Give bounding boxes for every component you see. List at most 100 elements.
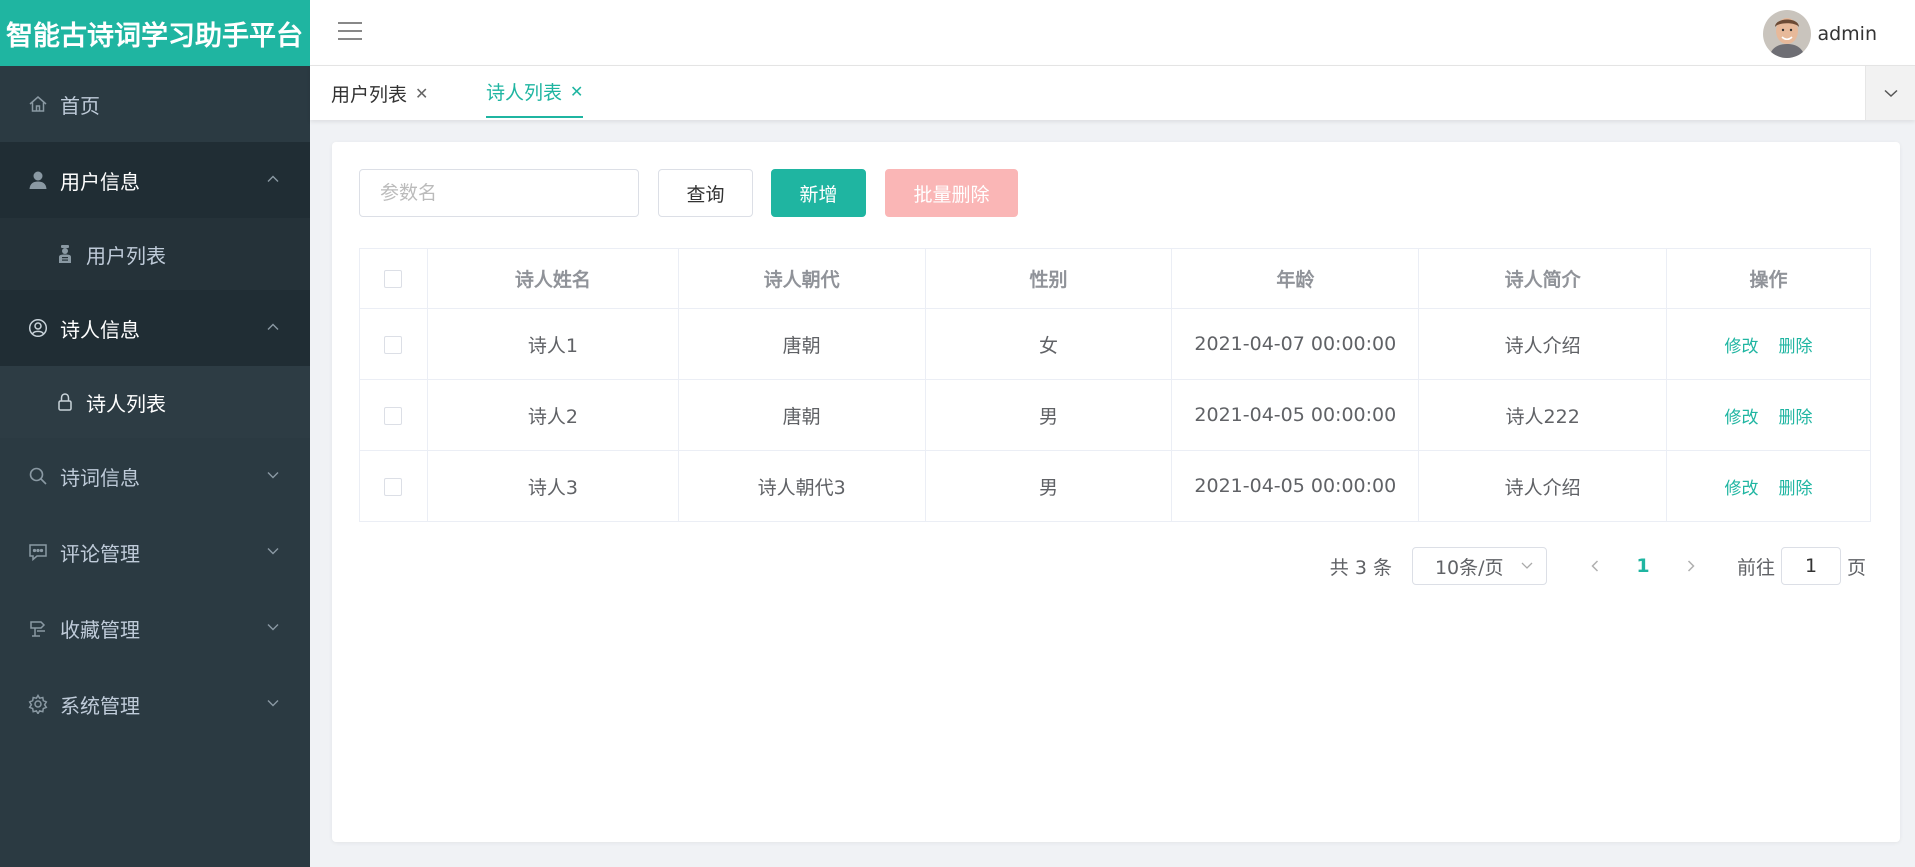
search-input[interactable]	[359, 169, 639, 217]
chevron-down-icon	[264, 694, 282, 712]
goto-page-input[interactable]	[1780, 547, 1841, 585]
sidebar-item-user-info[interactable]: 用户信息	[0, 142, 310, 218]
table-row: 诗人1 唐朝 女 2021-04-07 00:00:00 诗人介绍 修改 删除	[359, 308, 1871, 380]
delete-button[interactable]: 删除	[1779, 479, 1813, 499]
gender-cell: 男	[925, 379, 1173, 451]
table-header-row: 诗人姓名 诗人朝代 性别 年龄 诗人简介 操作	[359, 248, 1871, 309]
tabs-dropdown-button[interactable]	[1865, 66, 1915, 120]
page-size-value: 10条/页	[1434, 556, 1504, 579]
tab-label: 用户列表	[331, 83, 408, 106]
column-header: 诗人姓名	[427, 248, 679, 309]
chevron-up-icon	[264, 318, 282, 336]
edit-button[interactable]: 修改	[1725, 408, 1759, 428]
sidebar-item-label: 首页	[60, 93, 100, 118]
total-count: 共 3 条	[1329, 556, 1392, 579]
gear-icon	[26, 692, 50, 716]
query-button[interactable]: 查询	[658, 169, 753, 217]
age-cell: 2021-04-05 00:00:00	[1171, 450, 1420, 522]
sidebar-subitem-label: 诗人列表	[86, 391, 166, 416]
actions-cell: 修改 删除	[1666, 308, 1871, 380]
chevron-down-icon	[1521, 562, 1533, 569]
sidebar-item-user-list[interactable]: 用户列表	[0, 218, 310, 290]
gender-cell: 女	[925, 308, 1173, 380]
table-row: 诗人3 诗人朝代3 男 2021-04-05 00:00:00 诗人介绍 修改删…	[359, 450, 1871, 522]
home-icon	[26, 92, 50, 116]
chevron-up-icon	[264, 170, 282, 188]
add-button[interactable]: 新增	[771, 169, 866, 217]
search-icon	[26, 464, 50, 488]
batch-delete-button[interactable]: 批量删除	[885, 169, 1018, 217]
sidebar-item-comments[interactable]: 评论管理	[0, 514, 310, 590]
edit-button[interactable]: 修改	[1725, 337, 1759, 357]
chevron-down-icon	[264, 618, 282, 636]
age-cell: 2021-04-07 00:00:00	[1171, 308, 1420, 380]
intro-cell: 诗人介绍	[1418, 308, 1668, 380]
poet-name-cell: 诗人3	[427, 450, 679, 522]
page-size-select[interactable]: 10条/页	[1411, 547, 1547, 585]
main-content: 查询 新增 批量删除 诗人姓名 诗人朝代 性别 年龄 诗人简介 操作 诗人1 唐…	[332, 142, 1900, 842]
sidebar-item-poet-list[interactable]: 诗人列表	[0, 366, 310, 438]
goto-suffix: 页	[1846, 556, 1866, 579]
next-page-button[interactable]	[1671, 547, 1711, 585]
column-header: 操作	[1666, 248, 1871, 309]
sidebar-item-label: 诗词信息	[60, 465, 140, 490]
sidebar-item-poem-info[interactable]: 诗词信息	[0, 438, 310, 514]
chevron-down-icon	[264, 466, 282, 484]
poet-icon	[26, 316, 50, 340]
poet-name-cell: 诗人1	[427, 308, 679, 380]
sidebar-item-home[interactable]: 首页	[0, 66, 310, 142]
user-list-icon	[54, 243, 76, 265]
submenu-user-info: 用户列表	[0, 218, 310, 290]
user-icon	[26, 168, 50, 192]
favorite-icon	[26, 616, 50, 640]
poet-table: 诗人姓名 诗人朝代 性别 年龄 诗人简介 操作 诗人1 唐朝 女 2021-04…	[359, 248, 1871, 522]
chevron-left-icon	[1591, 560, 1598, 572]
user-menu[interactable]: admin	[1763, 10, 1877, 58]
row-checkbox[interactable]	[384, 335, 403, 354]
sidebar-item-label: 收藏管理	[60, 617, 140, 642]
pagination: 共 3 条 10条/页 1 前往 页	[1330, 546, 1866, 586]
poet-name-cell: 诗人2	[427, 379, 679, 451]
sidebar-item-system[interactable]: 系统管理	[0, 666, 310, 742]
poet-dynasty-cell: 诗人朝代3	[678, 450, 926, 522]
username: admin	[1817, 23, 1877, 45]
tab-user-list[interactable]: 用户列表 ✕	[331, 66, 428, 120]
avatar	[1763, 10, 1812, 58]
row-checkbox[interactable]	[384, 406, 403, 425]
close-icon[interactable]: ✕	[570, 82, 583, 101]
chevron-down-icon	[1883, 89, 1898, 98]
prev-page-button[interactable]	[1575, 547, 1615, 585]
gender-cell: 男	[925, 450, 1173, 522]
sidebar-item-poet-info[interactable]: 诗人信息	[0, 290, 310, 366]
tab-poet-list[interactable]: 诗人列表 ✕	[486, 66, 584, 118]
sidebar-item-favorites[interactable]: 收藏管理	[0, 590, 310, 666]
actions-cell: 修改 删除	[1666, 450, 1871, 522]
intro-cell: 诗人介绍	[1418, 450, 1668, 522]
delete-button[interactable]: 删除	[1779, 337, 1813, 357]
page-number-current[interactable]: 1	[1615, 555, 1671, 577]
select-all-checkbox[interactable]	[384, 270, 403, 288]
poet-dynasty-cell: 唐朝	[678, 308, 926, 380]
table-row: 诗人2 唐朝 男 2021-04-05 00:00:00 诗人222 修改 删除	[359, 379, 1871, 451]
row-checkbox[interactable]	[384, 477, 403, 496]
column-header: 性别	[925, 248, 1173, 309]
lock-icon	[54, 391, 76, 413]
sidebar-subitem-label: 用户列表	[86, 243, 166, 268]
app-title: 智能古诗词学习助手平台	[0, 0, 310, 66]
chevron-down-icon	[264, 542, 282, 560]
sidebar-item-label: 诗人信息	[60, 317, 140, 342]
tab-label: 诗人列表	[486, 81, 563, 104]
goto-prefix: 前往	[1736, 556, 1775, 579]
delete-button[interactable]: 删除	[1779, 408, 1813, 428]
menu-toggle-icon[interactable]	[338, 22, 362, 42]
close-icon[interactable]: ✕	[415, 84, 428, 103]
column-header: 诗人朝代	[678, 248, 926, 309]
column-header: 年龄	[1171, 248, 1420, 309]
sidebar: 智能古诗词学习助手平台 首页 用户信息 用户列表 诗人信息 诗人列表 诗词信息 …	[0, 0, 310, 867]
age-cell: 2021-04-05 00:00:00	[1171, 379, 1420, 451]
sidebar-item-label: 系统管理	[60, 693, 140, 718]
sidebar-item-label: 用户信息	[60, 169, 140, 194]
column-header: 诗人简介	[1418, 248, 1668, 309]
edit-button[interactable]: 修改	[1725, 479, 1759, 499]
sidebar-item-label: 评论管理	[60, 541, 140, 566]
